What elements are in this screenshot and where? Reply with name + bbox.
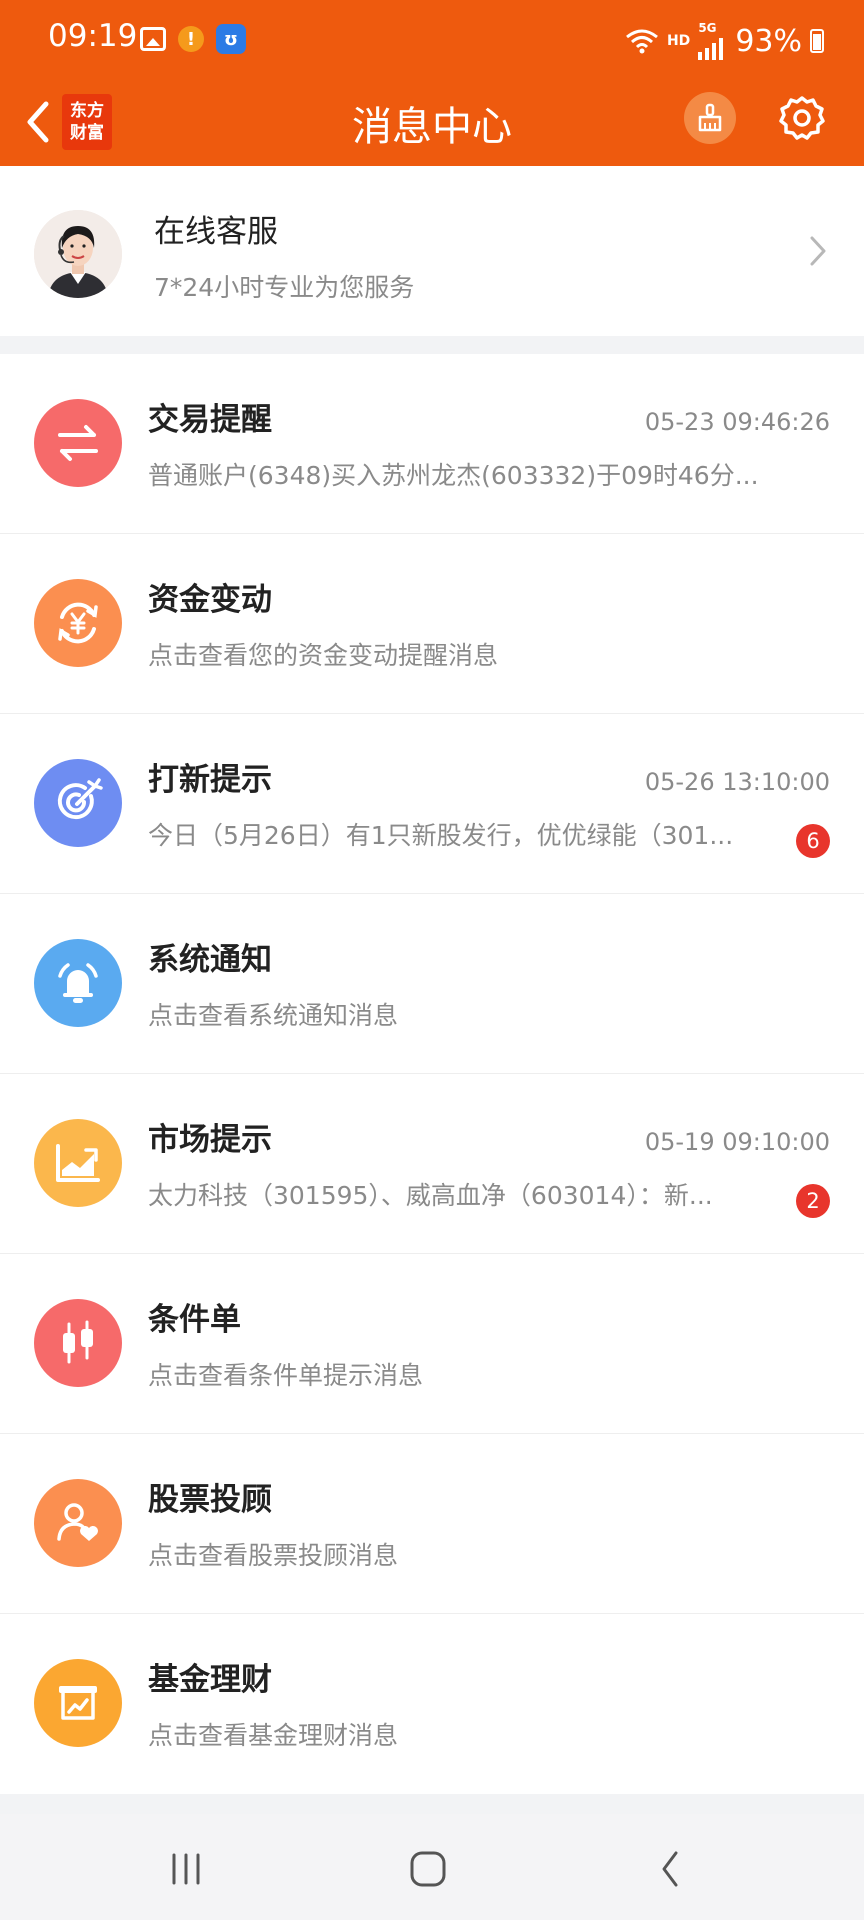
status-time: 09:19 (48, 18, 138, 54)
message-title: 系统通知 (148, 942, 272, 978)
message-preview: 点击查看条件单提示消息 (148, 1361, 424, 1390)
message-row-trade-alert[interactable]: 交易提醒 05-23 09:46:26 普通账户(6348)买入苏州龙杰(603… (0, 354, 864, 534)
service-subtitle: 7*24小时专业为您服务 (154, 273, 415, 302)
home-button[interactable] (398, 1844, 458, 1894)
settings-button[interactable] (772, 88, 832, 148)
message-time: 05-23 09:46:26 (644, 408, 830, 436)
message-row-ipo-tip[interactable]: 打新提示 05-26 13:10:00 今日（5月26日）有1只新股发行，优优绿… (0, 714, 864, 894)
battery-icon (810, 29, 824, 53)
app-notification-icon: ʊ (216, 24, 246, 54)
target-icon (34, 759, 122, 847)
unread-count-badge: 2 (796, 1184, 830, 1218)
message-preview: 点击查看股票投顾消息 (148, 1541, 399, 1570)
wifi-icon (626, 29, 658, 54)
message-title: 交易提醒 (148, 402, 272, 438)
bell-icon (34, 939, 122, 1027)
message-row-fund-change[interactable]: 资金变动 点击查看您的资金变动提醒消息 (0, 534, 864, 714)
network-gen-label: 5G (698, 21, 717, 35)
chevron-left-icon (27, 101, 49, 143)
exchange-icon (34, 399, 122, 487)
message-row-conditional-order[interactable]: 条件单 点击查看条件单提示消息 (0, 1254, 864, 1434)
yuan-cycle-icon (34, 579, 122, 667)
service-avatar (34, 210, 122, 298)
message-title: 股票投顾 (148, 1482, 272, 1518)
message-title: 市场提示 (148, 1122, 272, 1158)
back-nav-button[interactable] (640, 1844, 700, 1894)
unread-count-badge: 6 (796, 824, 830, 858)
message-row-stock-advisor[interactable]: 股票投顾 点击查看股票投顾消息 (0, 1434, 864, 1614)
back-arrow-icon (662, 1851, 678, 1887)
advisor-icon (34, 1479, 122, 1567)
message-preview: 今日（5月26日）有1只新股发行，优优绿能（301... (148, 821, 734, 850)
message-time: 05-19 09:10:00 (644, 1128, 830, 1156)
recent-apps-icon (172, 1853, 200, 1885)
broom-icon (698, 103, 722, 132)
status-bar: 09:19 ! ʊ HD 5G 93% (0, 0, 864, 80)
signal-icon (698, 34, 724, 60)
message-preview: 点击查看您的资金变动提醒消息 (148, 641, 499, 670)
message-category-list: 交易提醒 05-23 09:46:26 普通账户(6348)买入苏州龙杰(603… (0, 354, 864, 1794)
hd-label: HD (666, 33, 691, 49)
service-title: 在线客服 (154, 214, 278, 250)
fund-icon (34, 1659, 122, 1747)
system-navigation-bar (0, 1814, 864, 1920)
trend-chart-icon (34, 1119, 122, 1207)
message-row-fund-finance[interactable]: 基金理财 点击查看基金理财消息 (0, 1614, 864, 1794)
status-right: HD 5G 93% (625, 22, 824, 60)
message-time: 05-26 13:10:00 (644, 768, 830, 796)
message-title: 打新提示 (148, 762, 272, 798)
message-title: 条件单 (148, 1302, 241, 1338)
online-service-entry[interactable]: 在线客服 7*24小时专业为您服务 (0, 166, 864, 336)
chevron-right-icon (810, 236, 826, 266)
logo-text-bottom: 财富 (70, 123, 104, 143)
message-preview: 太力科技（301595）、威高血净（603014）：新... (148, 1181, 713, 1210)
gallery-icon (140, 27, 166, 51)
gear-icon (779, 96, 825, 140)
message-preview: 普通账户(6348)买入苏州龙杰(603332)于09时46分... (148, 461, 759, 490)
app-logo: 东方 财富 (62, 94, 112, 150)
home-icon (410, 1851, 446, 1887)
recent-apps-button[interactable] (156, 1844, 216, 1894)
app-header: 东方 财富 消息中心 (0, 80, 864, 166)
logo-text-top: 东方 (70, 101, 104, 121)
battery-level: 93% (735, 23, 802, 59)
clear-messages-button[interactable] (684, 92, 736, 144)
message-title: 资金变动 (148, 582, 272, 618)
message-preview: 点击查看系统通知消息 (148, 1001, 399, 1030)
message-row-system-notice[interactable]: 系统通知 点击查看系统通知消息 (0, 894, 864, 1074)
alert-icon: ! (178, 26, 204, 52)
message-preview: 点击查看基金理财消息 (148, 1721, 399, 1750)
message-row-market-tip[interactable]: 市场提示 05-19 09:10:00 太力科技（301595）、威高血净（60… (0, 1074, 864, 1254)
notification-icons: ! ʊ (140, 24, 246, 54)
back-button[interactable] (14, 94, 62, 150)
candlestick-icon (34, 1299, 122, 1387)
message-title: 基金理财 (148, 1662, 272, 1698)
